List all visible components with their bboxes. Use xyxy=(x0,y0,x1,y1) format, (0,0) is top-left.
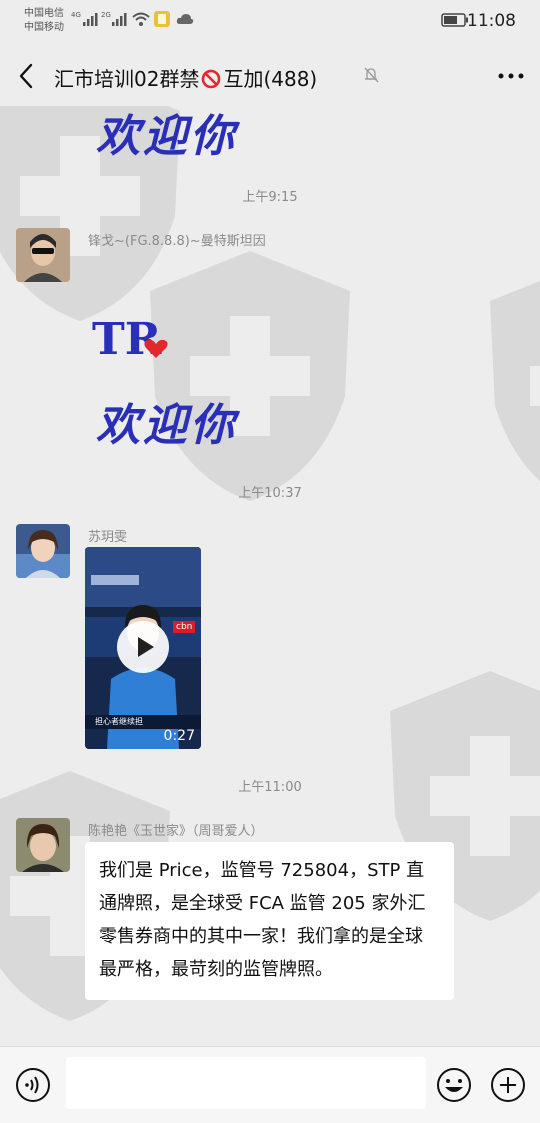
shield-watermark-icon xyxy=(150,251,350,501)
more-options-icon[interactable] xyxy=(494,60,528,92)
chat-title-member-count: 互加(488) xyxy=(223,67,318,91)
network-type-2: 2G xyxy=(101,11,111,19)
sender-name: 苏玥雯 xyxy=(88,530,128,545)
plus-icon[interactable] xyxy=(490,1067,526,1103)
play-icon xyxy=(138,637,154,657)
battery-icon xyxy=(441,13,468,27)
notification-app-icon xyxy=(154,11,170,27)
carrier-1: 中国电信 xyxy=(24,8,64,19)
video-message[interactable]: cbn 担心者继续担 0:27 xyxy=(85,547,201,749)
back-arrow-icon[interactable] xyxy=(14,58,40,94)
time-separator: 上午11:00 xyxy=(238,780,302,795)
chat-title: 汇市培训02群禁 互加(488) xyxy=(54,63,317,92)
text-message-bubble[interactable]: 我们是 Price，监管号 725804，STP 直通牌照，是全球受 FCA 监… xyxy=(85,842,454,1000)
prohibited-icon xyxy=(202,69,221,89)
chat-header: 汇市培训02群禁 互加(488) xyxy=(0,46,540,106)
time-separator: 上午9:15 xyxy=(242,190,298,205)
time-separator: 上午10:37 xyxy=(238,486,302,501)
chat-title-name: 汇市培训02群禁 xyxy=(54,67,200,91)
video-caption: 担心者继续担 xyxy=(95,717,143,726)
voice-input-icon[interactable] xyxy=(15,1067,51,1103)
shield-watermark-icon xyxy=(490,281,540,481)
cloud-icon xyxy=(176,14,194,24)
clock: 11:08 xyxy=(467,11,516,31)
chat-message-list[interactable]: 欢迎你 上午9:15 锋戈~(FG.8.8.8)~曼特斯坦因 TR 欢迎你 上午… xyxy=(0,106,540,1046)
sender-name: 陈艳艳《玉世家》（周哥爱人） xyxy=(88,824,264,839)
avatar[interactable] xyxy=(16,228,70,282)
avatar-photo-icon xyxy=(16,228,70,282)
avatar-photo-icon xyxy=(16,524,70,578)
sticker-welcome-text: 欢迎你 xyxy=(96,400,237,451)
network-type-1: 4G xyxy=(71,11,81,19)
video-duration: 0:27 xyxy=(163,728,195,744)
sticker-welcome-text: 欢迎你 xyxy=(96,111,237,162)
carrier-2: 中国移动 xyxy=(24,22,64,33)
message-input[interactable] xyxy=(66,1057,426,1109)
avatar[interactable] xyxy=(16,818,70,872)
status-bar: 中国电信 中国移动 4G 2G 11:08 xyxy=(0,0,540,44)
mute-bell-icon xyxy=(364,67,379,83)
channel-logo: cbn xyxy=(173,621,196,633)
play-button[interactable] xyxy=(117,621,169,673)
avatar-photo-icon xyxy=(16,818,70,872)
emoji-icon[interactable] xyxy=(436,1067,472,1103)
carrier-labels: 中国电信 中国移动 xyxy=(24,7,64,35)
message-input-bar xyxy=(0,1046,540,1123)
heart-icon xyxy=(144,339,168,358)
wifi-icon xyxy=(132,12,150,26)
signal-icon xyxy=(83,13,98,26)
sender-name: 锋戈~(FG.8.8.8)~曼特斯坦因 xyxy=(88,234,266,249)
avatar[interactable] xyxy=(16,524,70,578)
signal-icon xyxy=(112,13,127,26)
